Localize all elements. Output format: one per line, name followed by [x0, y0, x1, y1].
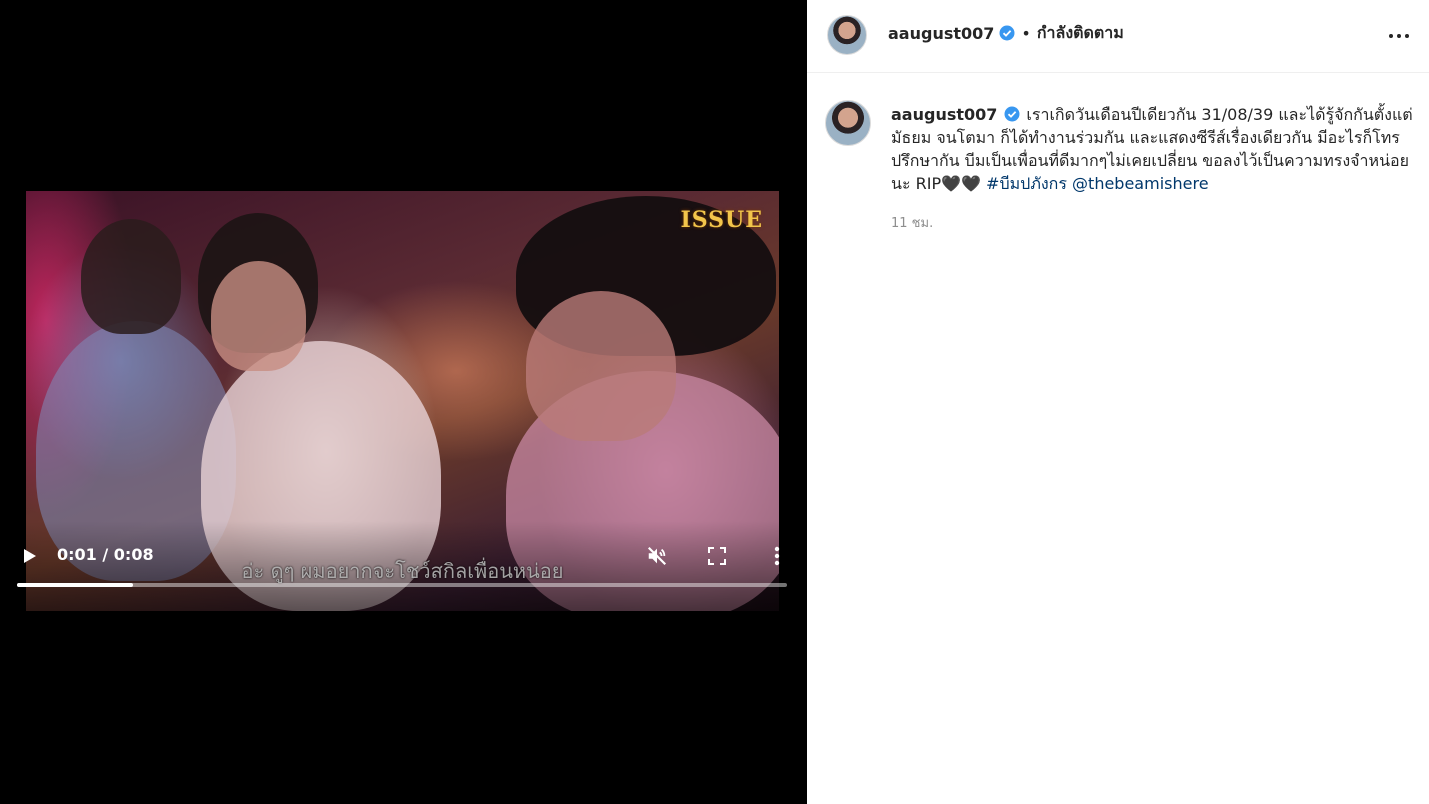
post-options-button[interactable]	[1387, 24, 1411, 48]
header-user-info: aaugust007 • กำลังติดตาม	[888, 22, 1124, 44]
avatar[interactable]	[825, 100, 871, 146]
time-separator: /	[102, 545, 109, 564]
header-username-link[interactable]: aaugust007	[888, 24, 994, 43]
video-scene-shape	[211, 261, 306, 371]
caption-username-link[interactable]: aaugust007	[891, 105, 997, 124]
total-time: 0:08	[113, 545, 154, 564]
video-controls: 0:01 / 0:08	[17, 538, 787, 598]
caption-text-block: aaugust007 เราเกิดวันเดือนปีเดียวกัน 31/…	[891, 103, 1416, 195]
video-scene-shape	[81, 219, 181, 334]
video-scene-shape	[526, 291, 676, 441]
following-button[interactable]: กำลังติดตาม	[1037, 21, 1124, 46]
play-button[interactable]	[17, 544, 41, 568]
fullscreen-button[interactable]	[705, 544, 729, 568]
header-separator: •	[1021, 23, 1031, 43]
verified-badge-icon	[999, 25, 1015, 41]
post-timestamp[interactable]: 11 ชม.	[891, 212, 933, 233]
avatar[interactable]	[827, 15, 867, 55]
video-progress-bar[interactable]	[17, 583, 787, 587]
video-progress-fill	[17, 583, 133, 587]
video-watermark-logo: ISSUE	[680, 207, 763, 233]
media-pane: ISSUE อ่ะ ดูๆ ผมอยากจะโชว์สกิลเพื่อนหน่อ…	[0, 0, 807, 804]
fullscreen-icon	[708, 547, 726, 565]
volume-muted-icon	[647, 546, 667, 566]
post-sidebar: aaugust007 • กำลังติดตาม aaugust007 เราเ…	[807, 0, 1429, 804]
post-header: aaugust007 • กำลังติดตาม	[807, 0, 1429, 73]
mute-button[interactable]	[645, 544, 669, 568]
hashtag-link[interactable]: #บีมปภังกร	[986, 174, 1067, 193]
current-time: 0:01	[57, 545, 97, 564]
video-time-display: 0:01 / 0:08	[57, 544, 154, 566]
mention-link[interactable]: @thebeamishere	[1072, 174, 1208, 193]
more-vertical-icon	[774, 546, 780, 566]
play-icon	[24, 549, 36, 563]
more-horizontal-icon	[1389, 34, 1409, 38]
verified-badge-icon	[1004, 106, 1020, 122]
video-more-button[interactable]	[765, 544, 789, 568]
